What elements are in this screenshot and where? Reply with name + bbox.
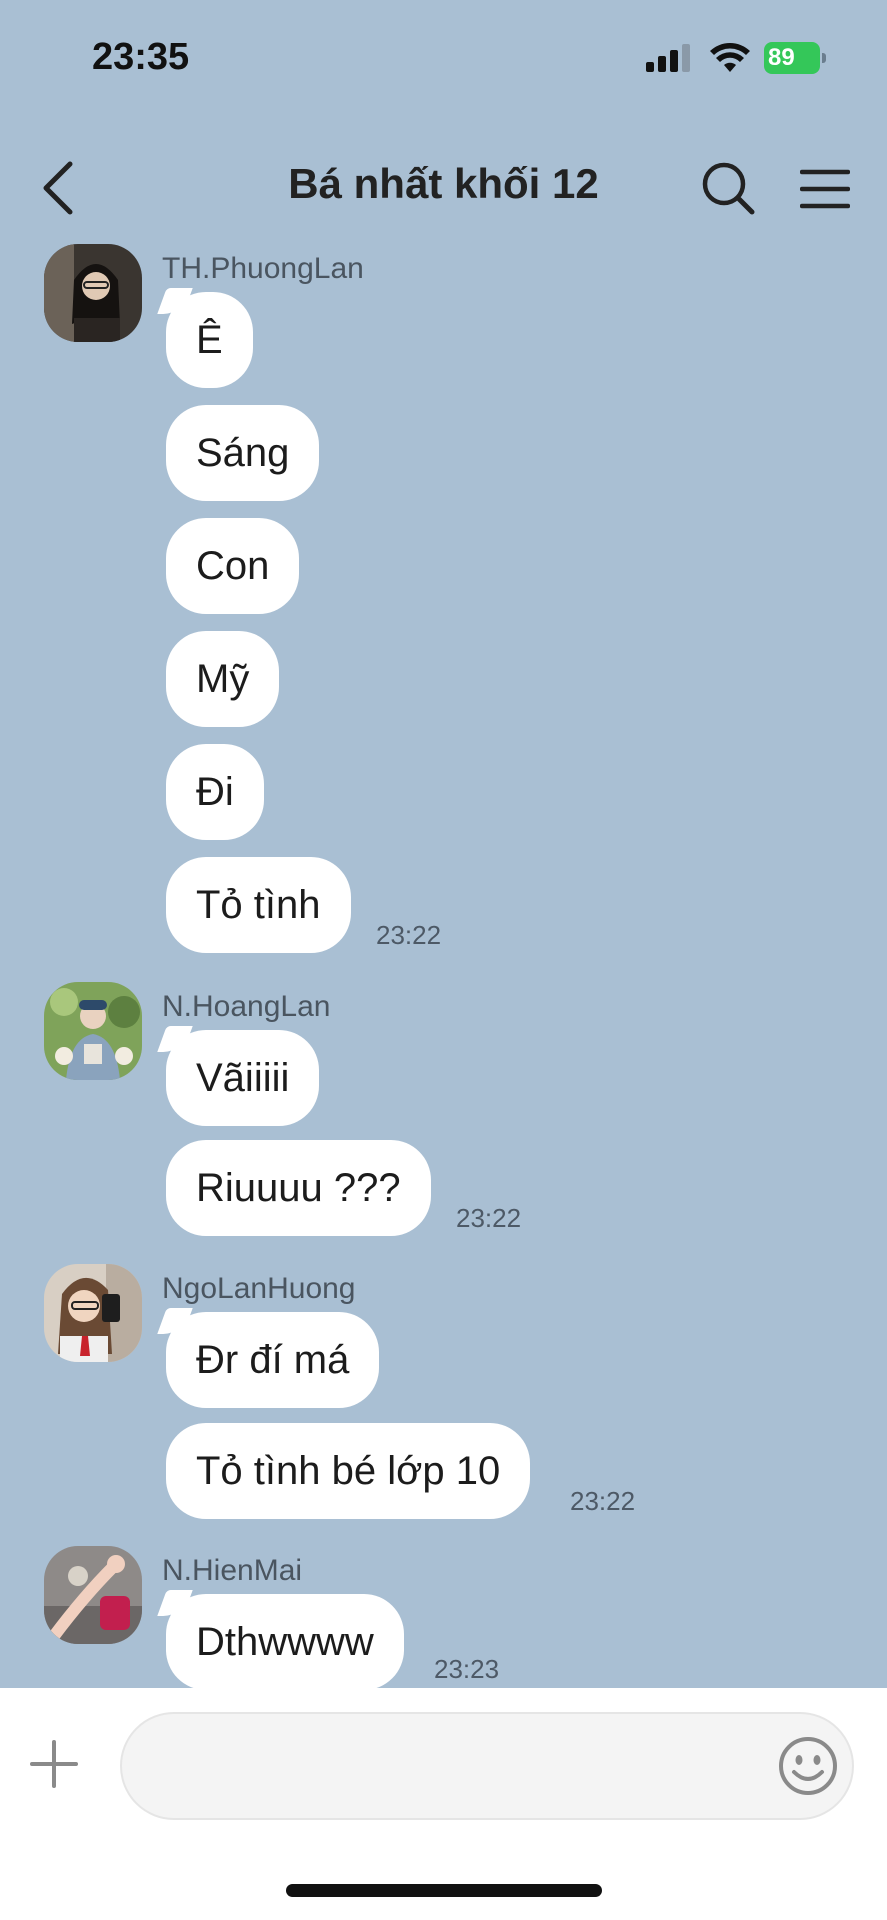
sender-name: NgoLanHuong [162,1272,356,1305]
message-bubble[interactable]: Dthwwww [166,1594,404,1688]
search-icon[interactable] [700,160,756,216]
message-list[interactable]: TH.PhuongLan Ê Sáng Con Mỹ Đi Tỏ tình 23… [0,240,887,1688]
message-time: 23:23 [434,1654,500,1684]
sender-name: TH.PhuongLan [162,252,364,285]
status-bar: 23:35 89 [0,0,887,120]
message-input-bar [0,1688,887,1920]
cellular-signal-icon [646,44,690,72]
avatar[interactable] [44,1546,142,1644]
smiley-icon[interactable] [776,1734,840,1798]
avatar-photo-icon [44,982,142,1080]
message-bubble[interactable]: Đr đí má [166,1312,380,1408]
avatar-photo-icon [44,1264,142,1362]
avatar[interactable] [44,1264,142,1362]
battery-indicator: 89 [764,42,826,74]
avatar[interactable] [44,244,142,342]
plus-icon[interactable] [28,1738,80,1790]
message-bubble[interactable]: Tỏ tình [166,857,351,953]
chat-header: Bá nhất khối 12 [0,130,887,240]
message-time: 23:22 [456,1203,522,1233]
avatar-photo-icon [44,1546,142,1644]
avatar-photo-icon [44,244,142,342]
sender-name: N.HienMai [162,1554,303,1587]
message-time: 23:22 [376,920,442,950]
message-input[interactable] [120,1712,854,1820]
sender-name: N.HoangLan [162,990,331,1023]
message-time: 23:22 [570,1486,636,1516]
message-bubble[interactable]: Con [166,518,300,614]
status-time: 23:35 [92,36,190,78]
wifi-icon [710,43,750,72]
hamburger-menu-icon[interactable] [800,164,850,214]
message-bubble[interactable]: Đi [166,744,264,840]
message-bubble[interactable]: Riuuuu ??? [166,1140,431,1236]
battery-level: 89 [768,44,795,71]
message-bubble[interactable]: Tỏ tình bé lớp 10 [166,1423,531,1519]
message-bubble[interactable]: Sáng [166,405,320,501]
message-bubble[interactable]: Mỹ [166,631,280,727]
message-bubble[interactable]: Ê [166,292,253,388]
message-bubble[interactable]: Vãiiiii [166,1030,320,1126]
home-indicator[interactable] [286,1884,602,1897]
avatar[interactable] [44,982,142,1080]
